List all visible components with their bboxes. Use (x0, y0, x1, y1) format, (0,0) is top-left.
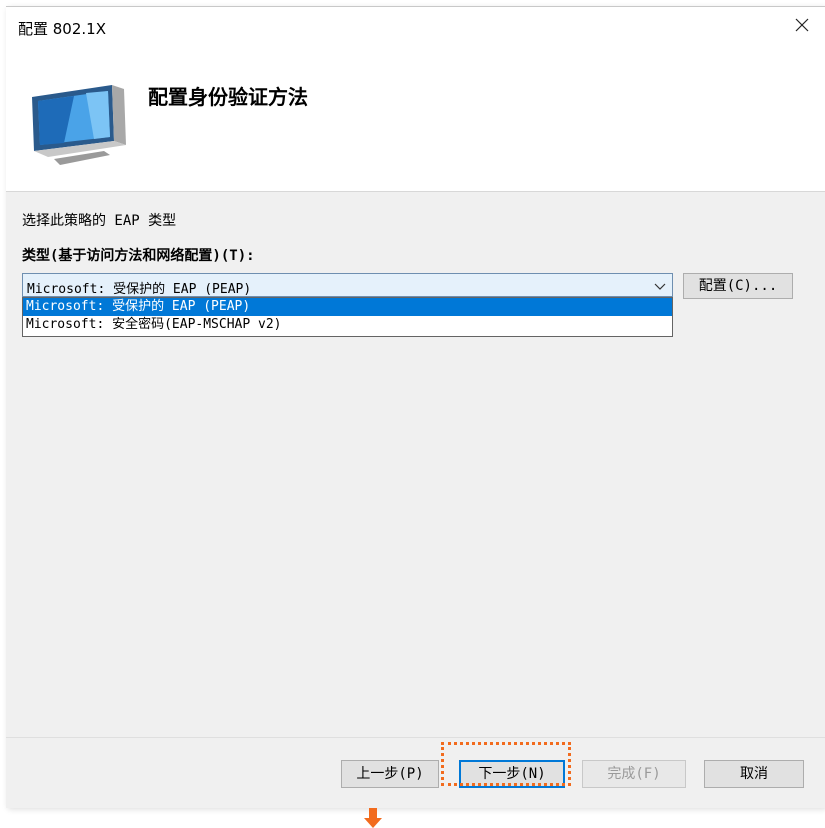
dropdown-option-peap[interactable]: Microsoft: 受保护的 EAP (PEAP) (23, 298, 672, 316)
instruction-text: 选择此策略的 EAP 类型 (22, 213, 177, 229)
wizard-header: 配置身份验证方法 (6, 43, 825, 192)
close-button[interactable] (779, 7, 825, 43)
computer-icon (32, 85, 126, 165)
next-button[interactable]: 下一步(N) (459, 760, 565, 788)
configure-button[interactable]: 配置(C)... (683, 273, 793, 299)
window-title: 配置 802.1X (18, 20, 106, 38)
type-label: 类型(基于访问方法和网络配置)(T): (22, 248, 255, 264)
wizard-body: 选择此策略的 EAP 类型 类型(基于访问方法和网络配置)(T): Micros… (6, 192, 825, 737)
page-title: 配置身份验证方法 (148, 85, 308, 109)
dropdown-option-mschapv2[interactable]: Microsoft: 安全密码(EAP-MSCHAP v2) (23, 316, 672, 334)
arrow-down-icon (364, 808, 382, 828)
wizard-footer: 上一步(P) 下一步(N) 完成(F) 取消 (6, 737, 825, 808)
dialog-window: 配置 802.1X 配置身份验证方法 选择此策略的 EAP 类型 类型(基于访问… (6, 6, 825, 808)
eap-type-select[interactable]: Microsoft: 受保护的 EAP (PEAP) (22, 273, 673, 297)
title-bar: 配置 802.1X (6, 7, 825, 43)
eap-type-dropdown-list: Microsoft: 受保护的 EAP (PEAP) Microsoft: 安全… (22, 297, 673, 337)
back-button[interactable]: 上一步(P) (341, 760, 439, 788)
chevron-down-icon (654, 283, 666, 290)
finish-button[interactable]: 完成(F) (582, 760, 686, 788)
close-icon (795, 18, 809, 32)
cancel-button[interactable]: 取消 (704, 760, 804, 788)
eap-type-selected-value: Microsoft: 受保护的 EAP (PEAP) (27, 282, 252, 297)
